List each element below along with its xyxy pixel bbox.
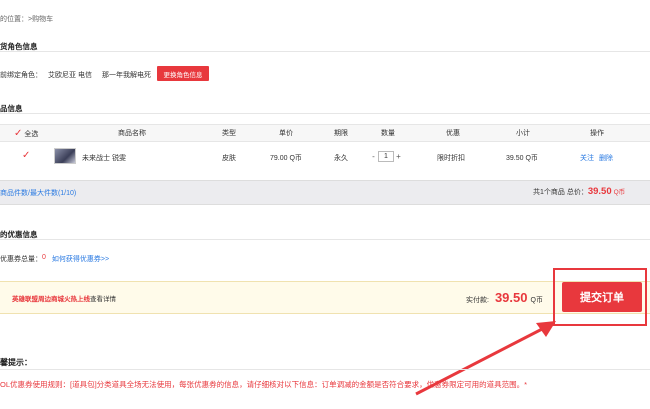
item-count-label: 商品件数/最大件数(1/10) bbox=[0, 190, 77, 197]
follow-link[interactable]: 关注 bbox=[580, 153, 594, 163]
select-all-label: 全选 bbox=[24, 131, 39, 138]
col-period: 期限 bbox=[334, 130, 348, 137]
tips-text: OL优惠券使用规则：[道具包]分类道具全场无法使用，每张优惠券的信息，请仔细核对… bbox=[0, 380, 528, 389]
coupon-row: 优惠券总量： 0 如何获得优惠券>> bbox=[0, 254, 109, 264]
submit-order-button[interactable]: 提交订单 bbox=[562, 282, 642, 312]
product-thumbnail bbox=[54, 148, 76, 164]
how-to-get-coupon-link[interactable]: 如何获得优惠券>> bbox=[52, 254, 109, 264]
total-value: 39.50 bbox=[587, 186, 612, 197]
delete-link[interactable]: 删除 bbox=[599, 153, 613, 163]
qty-input[interactable]: 1 bbox=[378, 151, 394, 162]
product-name: 未来战士 锐雯 bbox=[82, 155, 126, 162]
col-price: 单价 bbox=[279, 130, 293, 137]
promo-banner[interactable]: 英雄联盟周边商城火热上线查看详情 bbox=[12, 293, 116, 303]
tips-title: 馨提示： bbox=[0, 358, 32, 367]
promo-details: 查看详情 bbox=[90, 296, 116, 303]
product-subtotal: 39.50 Q币 bbox=[506, 155, 538, 162]
divider bbox=[0, 51, 650, 52]
role-server: 艾欧尼亚 电信 bbox=[48, 72, 92, 79]
order-total: 共1个商品 总价： 39.50 Q币 bbox=[533, 186, 625, 197]
product-type: 皮肤 bbox=[222, 155, 236, 162]
check-icon: ✓ bbox=[14, 128, 23, 139]
paid-label: 实付款: bbox=[466, 297, 489, 304]
role-name: 那一年我解电死 bbox=[101, 72, 151, 79]
coupon-count: 0 bbox=[42, 254, 46, 261]
divider bbox=[0, 113, 650, 114]
col-type: 类型 bbox=[222, 130, 236, 137]
table-header bbox=[0, 124, 650, 142]
divider bbox=[0, 239, 650, 240]
col-qty: 数量 bbox=[381, 130, 395, 137]
quantity-stepper: - 1 + bbox=[369, 151, 403, 162]
product-discount: 限时折扣 bbox=[437, 155, 465, 162]
product-price: 79.00 Q币 bbox=[270, 155, 302, 162]
promo-text: 英雄联盟周边商城火热上线 bbox=[12, 296, 90, 303]
paid-unit: Q币 bbox=[530, 297, 543, 304]
total-prefix: 共1个商品 总价： bbox=[533, 189, 588, 196]
qty-minus-button[interactable]: - bbox=[369, 151, 378, 162]
col-discount: 优惠 bbox=[446, 130, 460, 137]
product-period: 永久 bbox=[334, 155, 348, 162]
amount-payable: 实付款: 39.50 Q币 bbox=[466, 290, 543, 305]
total-unit: Q币 bbox=[613, 189, 626, 196]
divider bbox=[0, 369, 650, 370]
role-info-row: 前绑定角色： 艾欧尼亚 电信 那一年我解电死 bbox=[0, 70, 151, 80]
role-label: 前绑定角色： bbox=[0, 72, 42, 79]
select-all-checkbox[interactable]: ✓ 全选 bbox=[14, 128, 38, 139]
coupon-label: 优惠券总量： bbox=[0, 256, 42, 263]
qty-plus-button[interactable]: + bbox=[394, 151, 403, 162]
col-name: 商品名称 bbox=[118, 130, 146, 137]
col-subtotal: 小计 bbox=[516, 130, 530, 137]
paid-value: 39.50 bbox=[494, 290, 528, 305]
row-checkbox[interactable]: ✓ bbox=[22, 150, 30, 161]
col-action: 操作 bbox=[590, 130, 604, 137]
change-role-button[interactable]: 更换角色信息 bbox=[157, 66, 209, 81]
breadcrumb: 的位置：>购物车 bbox=[0, 16, 54, 23]
